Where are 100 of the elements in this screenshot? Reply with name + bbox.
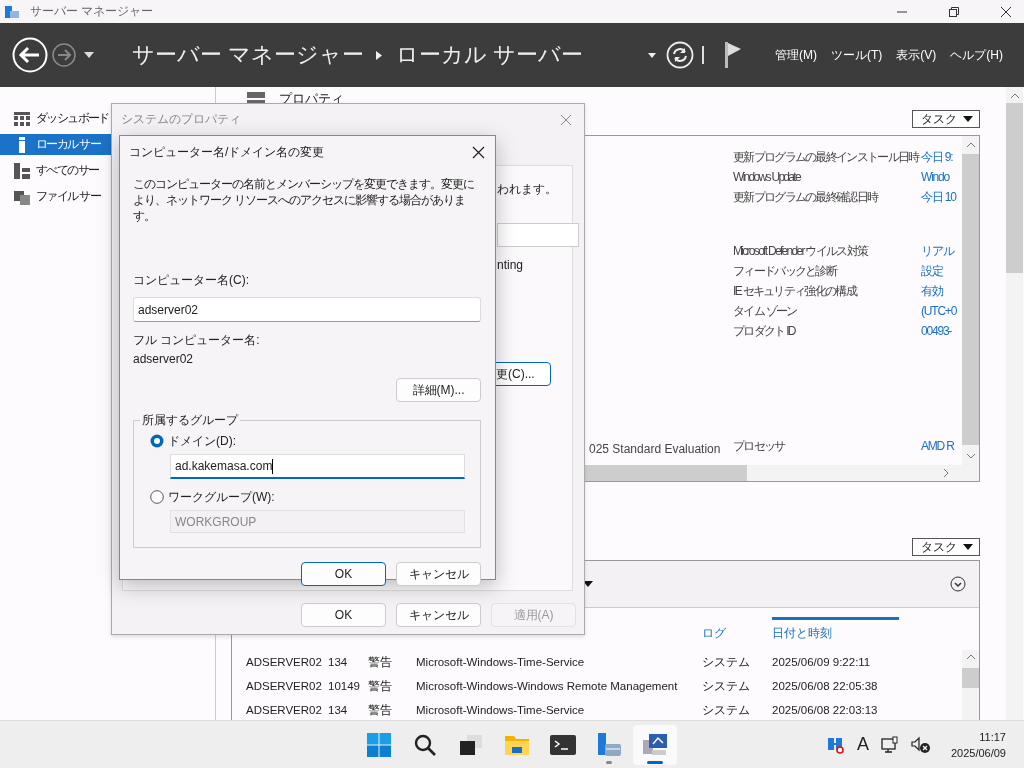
monitor-icon[interactable] <box>880 735 899 754</box>
clock-date[interactable]: 2025/06/09 <box>950 744 1006 761</box>
full-name-text: adserver02 <box>133 351 194 367</box>
speaker-muted-icon[interactable] <box>910 735 931 754</box>
scroll-thumb[interactable] <box>962 668 979 688</box>
event-row[interactable]: ADSERVER02 134 警告 Microsoft-Windows-Time-Service システム 2025/06/08 22:03:13 <box>232 698 962 720</box>
table-cell-text: 警告 <box>368 654 393 670</box>
menu-item[interactable]: 管理(M) <box>768 46 824 64</box>
details-button[interactable]: 詳細(M)... <box>396 378 481 402</box>
refresh-button[interactable] <box>666 41 694 69</box>
table-cell-text: ADSERVER02 <box>246 704 323 716</box>
dialog-button[interactable]: キャンセル <box>396 603 481 627</box>
table-cell-text: システム <box>702 654 751 670</box>
scroll-up-icon[interactable] <box>965 654 976 660</box>
table-cell-text: 警告 <box>368 702 393 718</box>
clock-time[interactable]: 11:17 <box>979 728 1006 745</box>
description-text: このコンピューターの名前とメンバーシップを変更できます。変更により、ネットワーク リソースへのアクセスに影響する場合があります。 <box>133 177 475 224</box>
back-button[interactable] <box>12 37 48 73</box>
terminal-icon <box>550 734 576 755</box>
input-field[interactable] <box>497 223 579 247</box>
restore-icon[interactable] <box>948 5 960 18</box>
property-link[interactable]: 00493- <box>921 324 952 338</box>
field-label: コンピューター名(C): <box>133 272 249 288</box>
property-link[interactable]: Windo <box>921 170 949 184</box>
event-row[interactable]: ADSERVER02 10149 警告 Microsoft-Windows-Windows Remote Management システム 2025/06/08 22:05:38 <box>232 674 962 698</box>
property-link[interactable]: AMD R <box>921 439 954 453</box>
caret-icon <box>963 544 973 550</box>
menu-item[interactable]: 表示(V) <box>889 46 944 64</box>
system-properties-button[interactable] <box>633 724 677 765</box>
scroll-down-icon[interactable] <box>965 453 976 459</box>
vertical-scrollbar[interactable] <box>962 650 979 720</box>
column-header[interactable]: 日付と時刻 <box>772 616 899 642</box>
computer-name-field[interactable]: adserver02 <box>133 297 481 322</box>
table-cell-text: 2025/06/08 22:05:38 <box>772 680 879 692</box>
table-cell-text: 134 <box>328 656 349 668</box>
property-label: 更新プログラムの最終インストール日時 <box>733 148 920 166</box>
dropdown-caret-icon[interactable] <box>648 52 656 58</box>
property-link[interactable]: 今日 10 <box>921 188 956 206</box>
property-label: Microsoft Defender ウイルス対策 <box>733 242 869 260</box>
dialog-button[interactable]: キャンセル <box>396 562 481 586</box>
property-link[interactable]: (UTC+0 <box>921 304 957 318</box>
table-cell-text: Microsoft-Windows-Time-Service <box>416 656 586 668</box>
tasks-dropdown[interactable]: タスク <box>912 538 980 556</box>
property-link[interactable]: 有効 <box>921 282 943 300</box>
radio-label[interactable]: ワークグループ(W): <box>168 489 275 505</box>
menu-item[interactable]: ツール(T) <box>824 46 890 64</box>
property-link[interactable]: 今日 9: <box>921 148 953 166</box>
flag-icon[interactable] <box>724 42 742 68</box>
menu-item[interactable]: ヘルプ(H) <box>943 46 1010 64</box>
folder-icon <box>504 733 530 756</box>
input-indicator[interactable]: A <box>856 734 869 755</box>
property-label: フィードバックと診断 <box>733 262 838 280</box>
field-value: nting <box>497 257 525 273</box>
property-label: プロセッサ <box>733 437 787 455</box>
table-cell-text: 2025/06/09 9:22:11 <box>772 656 872 668</box>
table-cell-text: 警告 <box>368 678 393 694</box>
radio-button[interactable] <box>150 490 164 504</box>
field-label: フル コンピューター名: <box>133 332 260 348</box>
server-toolbox-icon <box>596 731 622 758</box>
windows-logo-icon <box>367 732 391 757</box>
expand-icon[interactable] <box>950 576 966 592</box>
property-link[interactable]: リアル <box>921 242 954 260</box>
search-icon <box>414 733 436 756</box>
close-icon[interactable] <box>1000 5 1012 18</box>
input-field[interactable]: ad.kakemasa.com <box>170 454 465 479</box>
event-row[interactable]: ADSERVER02 134 警告 Microsoft-Windows-Time-Service システム 2025/06/09 9:22:11 <box>232 650 962 674</box>
dialog-button[interactable]: OK <box>301 603 386 627</box>
group-legend: 所属するグループ <box>140 412 240 428</box>
close-icon[interactable] <box>472 145 485 159</box>
vertical-scrollbar[interactable] <box>1006 87 1023 720</box>
scroll-up-icon[interactable] <box>1009 93 1020 99</box>
network-drive-icon[interactable] <box>826 735 845 754</box>
scroll-right-icon[interactable] <box>943 468 949 478</box>
radio-label[interactable]: ドメイン(D): <box>168 433 236 449</box>
task-view-icon <box>459 733 483 756</box>
dialog-button[interactable]: OK <box>301 562 386 586</box>
property-link[interactable]: 設定 <box>921 262 943 280</box>
breadcrumb-item: ローカル サーバー <box>396 41 584 69</box>
property-label: Windows Update <box>733 170 802 184</box>
dropdown-caret-icon[interactable] <box>583 581 593 587</box>
computer-icon <box>641 731 669 758</box>
breadcrumb-item[interactable]: サーバー マネージャー <box>132 40 365 70</box>
table-cell-text: Microsoft-Windows-Windows Remote Management <box>416 680 679 692</box>
dropdown-caret-icon[interactable] <box>84 52 94 58</box>
nav-icon <box>14 188 30 205</box>
table-cell-text: 10149 <box>328 680 361 692</box>
table-cell-text: Microsoft-Windows-Time-Service <box>416 704 586 716</box>
table-cell-text: ADSERVER02 <box>246 680 323 692</box>
property-value: 025 Standard Evaluation <box>589 441 722 458</box>
table-cell-text: ADSERVER02 <box>246 656 323 668</box>
tasks-dropdown[interactable]: タスク <box>912 110 980 128</box>
radio-button[interactable] <box>150 434 164 448</box>
table-cell-text: 2025/06/08 22:03:13 <box>772 704 879 716</box>
column-header[interactable]: ログ <box>702 616 772 642</box>
scroll-thumb[interactable] <box>1006 103 1023 273</box>
forward-button[interactable] <box>52 43 76 67</box>
property-label: 更新プログラムの最終確認日時 <box>733 188 879 206</box>
nav-icon <box>14 110 30 127</box>
scroll-up-icon[interactable] <box>965 142 976 148</box>
server-icon <box>4 4 20 19</box>
